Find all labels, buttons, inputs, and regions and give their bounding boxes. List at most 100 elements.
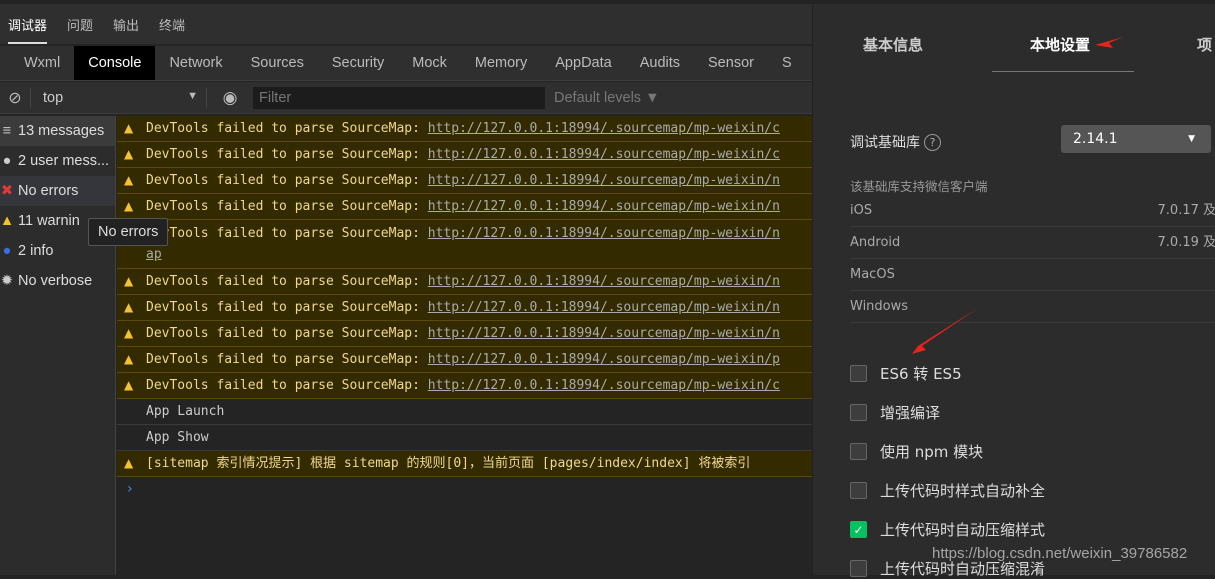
- levels-select[interactable]: Default levels ▼: [554, 90, 659, 106]
- sourcemap-link[interactable]: http://127.0.0.1:18994/.sourcemap/mp-wei…: [428, 378, 780, 393]
- tab-basic-info[interactable]: 基本信息: [863, 34, 923, 55]
- tab-appdata[interactable]: AppData: [541, 46, 625, 80]
- warning-icon: ▲: [124, 352, 134, 366]
- tab-more[interactable]: S: [768, 46, 806, 80]
- warning-icon: ▲: [124, 300, 134, 314]
- console-prompt[interactable]: ›: [117, 477, 812, 501]
- message-text: DevTools failed to parse SourceMap:: [146, 226, 428, 241]
- warning-message: ▲DevTools failed to parse SourceMap: htt…: [117, 142, 812, 168]
- message-text: DevTools failed to parse SourceMap:: [146, 199, 428, 214]
- lib-label: 调试基础库: [850, 135, 920, 151]
- context-value: top: [43, 89, 64, 106]
- tab-console[interactable]: Console: [74, 46, 156, 80]
- debugger-panel: 调试器 问题 输出 终端 Wxml Console Network Source…: [0, 0, 812, 575]
- context-select[interactable]: top ▼: [31, 90, 206, 106]
- sourcemap-link[interactable]: http://127.0.0.1:18994/.sourcemap/mp-wei…: [428, 352, 780, 367]
- warning-icon: ▲: [124, 326, 134, 340]
- warning-message: ▲DevTools failed to parse SourceMap: htt…: [117, 220, 812, 269]
- option-checkbox[interactable]: 上传代码时样式自动补全: [850, 480, 1045, 501]
- panel-tab-terminal[interactable]: 终端: [159, 9, 185, 40]
- warning-icon: ▲: [124, 456, 134, 470]
- tab-sensor[interactable]: Sensor: [694, 46, 768, 80]
- sourcemap-link[interactable]: http://127.0.0.1:18994/.sourcemap/mp-wei…: [428, 121, 780, 136]
- warning-icon: ▲: [124, 378, 134, 392]
- platform-row-windows: Windows: [850, 291, 1215, 323]
- help-icon[interactable]: ?: [924, 133, 941, 151]
- platform-name: iOS: [850, 203, 873, 218]
- sidebar-item-verbose[interactable]: ✹ No verbose: [0, 266, 115, 296]
- checkbox-icon[interactable]: [850, 482, 867, 499]
- panel-tab-output[interactable]: 输出: [113, 9, 139, 40]
- panel-tab-problems[interactable]: 问题: [67, 9, 93, 40]
- red-arrow-icon: [1095, 37, 1123, 48]
- tab-local-settings[interactable]: 本地设置: [1030, 34, 1090, 55]
- tab-mock[interactable]: Mock: [398, 46, 461, 80]
- sourcemap-link[interactable]: http://127.0.0.1:18994/.sourcemap/mp-wei…: [428, 173, 780, 188]
- filter-input[interactable]: [253, 86, 545, 109]
- platform-version: 7.0.19 及: [1157, 235, 1215, 250]
- log-message: App Show: [117, 425, 812, 451]
- option-label: 使用 npm 模块: [880, 443, 984, 461]
- warning-icon: ▲: [124, 121, 134, 135]
- option-checkbox[interactable]: 使用 npm 模块: [850, 441, 983, 462]
- checkbox-checked-icon[interactable]: ✓: [850, 521, 867, 538]
- settings-panel: 基本信息 本地设置 项 调试基础库 ? 2.14.1 ▼ 该基础库支持微信客户端…: [812, 4, 1215, 578]
- tab-security[interactable]: Security: [318, 46, 398, 80]
- platform-row-macos: MacOS: [850, 259, 1215, 291]
- panel-tab-debugger[interactable]: 调试器: [8, 9, 48, 44]
- warning-message: ▲DevTools failed to parse SourceMap: htt…: [117, 321, 812, 347]
- warning-message: ▲DevTools failed to parse SourceMap: htt…: [117, 269, 812, 295]
- warning-message: ▲DevTools failed to parse SourceMap: htt…: [117, 373, 812, 399]
- sourcemap-link[interactable]: http://127.0.0.1:18994/.sourcemap/mp-wei…: [428, 147, 780, 162]
- option-label: ES6 转 ES5: [880, 365, 962, 383]
- checkbox-icon[interactable]: [850, 365, 867, 382]
- warning-message: ▲DevTools failed to parse SourceMap: htt…: [117, 194, 812, 220]
- lib-version-select[interactable]: 2.14.1 ▼: [1061, 125, 1211, 153]
- eye-icon[interactable]: ◉: [207, 88, 253, 108]
- message-text: DevTools failed to parse SourceMap:: [146, 274, 428, 289]
- tab-project[interactable]: 项: [1197, 34, 1212, 55]
- dropdown-arrow-icon: ▼: [1188, 134, 1195, 144]
- sourcemap-link[interactable]: ap: [146, 247, 162, 262]
- sourcemap-link[interactable]: http://127.0.0.1:18994/.sourcemap/mp-wei…: [428, 300, 780, 315]
- sidebar-item-errors[interactable]: ✖ No errors: [0, 176, 115, 206]
- red-arrow-icon: [912, 308, 978, 354]
- clear-console-icon[interactable]: ⊘: [0, 88, 30, 108]
- tab-audits[interactable]: Audits: [626, 46, 694, 80]
- checkbox-icon[interactable]: [850, 560, 867, 577]
- sourcemap-link[interactable]: http://127.0.0.1:18994/.sourcemap/mp-wei…: [428, 226, 780, 241]
- platform-name: Android: [850, 235, 901, 250]
- sourcemap-link[interactable]: http://127.0.0.1:18994/.sourcemap/mp-wei…: [428, 274, 780, 289]
- watermark: https://blog.csdn.net/weixin_39786582: [932, 545, 1188, 562]
- warning-icon: ▲: [124, 173, 134, 187]
- message-text: DevTools failed to parse SourceMap:: [146, 173, 428, 188]
- sidebar-item-label: 2 user mess...: [18, 153, 110, 169]
- message-text: DevTools failed to parse SourceMap:: [146, 121, 428, 136]
- option-label: 上传代码时样式自动补全: [880, 482, 1046, 500]
- sourcemap-link[interactable]: http://127.0.0.1:18994/.sourcemap/mp-wei…: [428, 199, 780, 214]
- platform-row-ios: iOS 7.0.17 及: [850, 195, 1215, 227]
- tab-wxml[interactable]: Wxml: [10, 46, 74, 80]
- verbose-icon: ✹: [0, 273, 14, 289]
- sourcemap-link[interactable]: http://127.0.0.1:18994/.sourcemap/mp-wei…: [428, 326, 780, 341]
- option-checkbox[interactable]: ES6 转 ES5: [850, 363, 962, 384]
- tab-memory[interactable]: Memory: [461, 46, 541, 80]
- option-label: 上传代码时自动压缩样式: [880, 521, 1046, 539]
- tab-sources[interactable]: Sources: [237, 46, 318, 80]
- sidebar-item-label: 2 info: [18, 243, 54, 259]
- panel-tabs: 调试器 问题 输出 终端: [0, 4, 812, 44]
- checkbox-icon[interactable]: [850, 443, 867, 460]
- dropdown-arrow-icon: ▼: [187, 89, 198, 102]
- tab-network[interactable]: Network: [155, 46, 236, 80]
- warning-message: ▲DevTools failed to parse SourceMap: htt…: [117, 295, 812, 321]
- option-checkbox[interactable]: ✓ 上传代码时自动压缩样式: [850, 519, 1045, 540]
- sidebar-item-messages[interactable]: ≡ 13 messages: [0, 116, 115, 146]
- sidebar-item-user-messages[interactable]: ● 2 user mess...: [0, 146, 115, 176]
- option-label: 增强编译: [880, 404, 941, 422]
- console-log: ▲ DevTools failed to parse SourceMap: htt…: [117, 116, 812, 575]
- sidebar-item-label: 11 warnin: [18, 213, 80, 229]
- sidebar-item-label: No verbose: [18, 273, 93, 289]
- checkbox-icon[interactable]: [850, 404, 867, 421]
- option-checkbox[interactable]: 增强编译: [850, 402, 940, 423]
- warning-message: ▲ DevTools failed to parse SourceMap: htt…: [117, 116, 812, 142]
